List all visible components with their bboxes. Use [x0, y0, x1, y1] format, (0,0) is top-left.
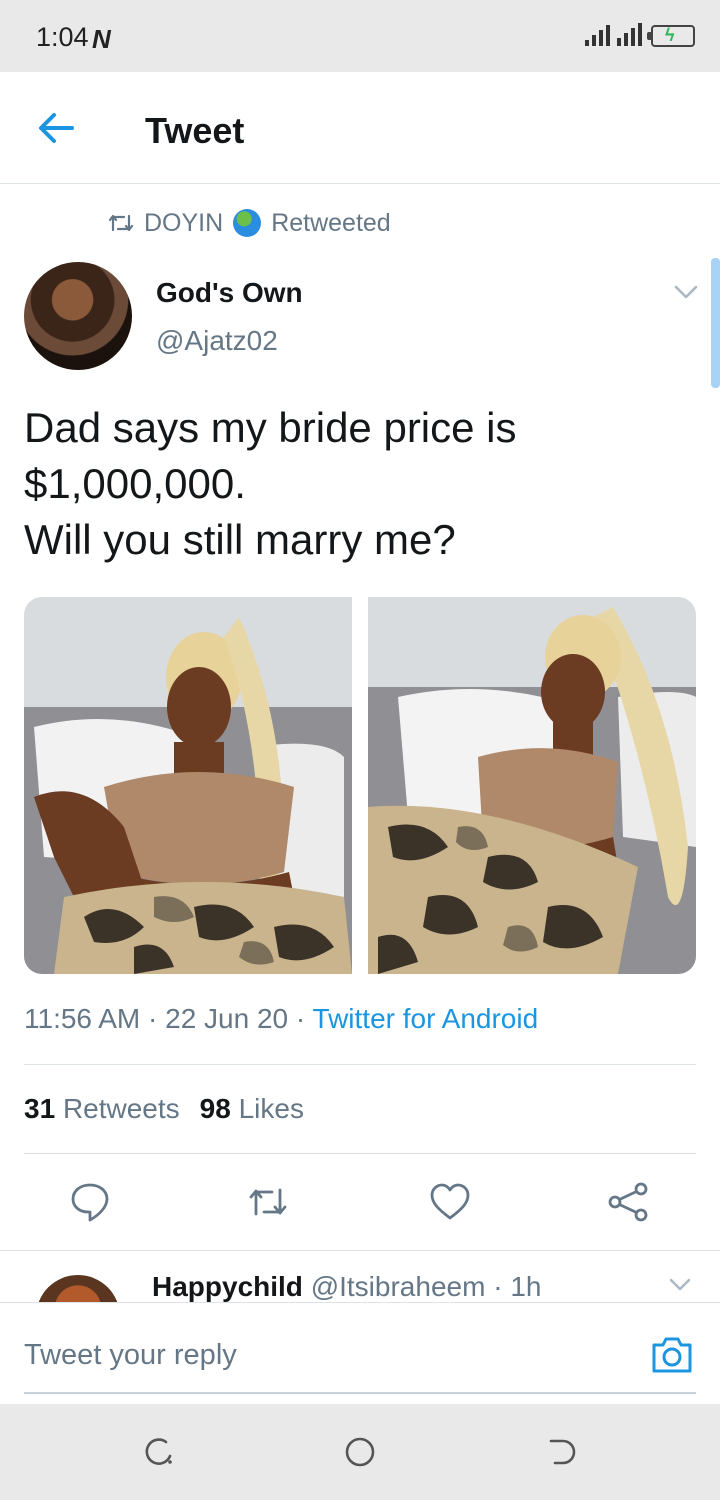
tweet-photo-2[interactable]	[368, 597, 696, 974]
signal-icon	[585, 22, 610, 46]
page-title: Tweet	[145, 110, 245, 151]
scrollbar[interactable]	[711, 258, 720, 388]
reply-tweet-preview[interactable]: Happychild @Itsibraheem · 1h	[0, 1250, 720, 1302]
status-time: 1:04	[36, 22, 89, 52]
top-app-bar: Tweet	[0, 72, 720, 184]
tweet-photo-1[interactable]	[24, 597, 352, 974]
reply-input[interactable]	[24, 1333, 624, 1377]
battery-icon: ϟ	[647, 25, 695, 47]
n-icon: N	[92, 24, 111, 54]
retweets-count: 31	[24, 1093, 56, 1124]
tweet-meta: 11:56 AM · 22 Jun 20 · Twitter for Andro…	[24, 1003, 538, 1035]
tweet-source-link[interactable]: Twitter for Android	[313, 1003, 539, 1034]
retweeted-label: Retweeted	[271, 208, 391, 237]
reply-author-name: Happychild	[152, 1271, 303, 1302]
share-icon[interactable]	[606, 1180, 650, 1224]
status-bar: 1:04 N ϟ	[0, 0, 720, 72]
chevron-down-icon[interactable]	[668, 1275, 692, 1295]
meta-separator: ·	[295, 1003, 313, 1034]
reply-author[interactable]: Happychild @Itsibraheem · 1h	[152, 1271, 541, 1302]
back-icon[interactable]	[545, 1434, 581, 1470]
author-avatar[interactable]	[24, 262, 132, 370]
likes-stat[interactable]: 98 Likes	[200, 1093, 304, 1124]
recents-icon[interactable]	[142, 1434, 178, 1470]
reply-icon[interactable]	[68, 1180, 112, 1224]
tweet-text-line: Dad says my bride price is	[24, 404, 517, 451]
retweet-icon	[108, 214, 134, 232]
tweet-text-line: Will you still marry me?	[24, 516, 456, 563]
reply-composer	[0, 1302, 720, 1404]
meta-separator: ·	[148, 1003, 166, 1034]
tweet-stats: 31 Retweets 98 Likes	[24, 1093, 304, 1125]
likes-label: Likes	[238, 1093, 304, 1124]
likes-count: 98	[199, 1093, 231, 1124]
camera-icon[interactable]	[650, 1335, 694, 1375]
retweet-icon[interactable]	[246, 1180, 290, 1224]
meta-separator: ·	[485, 1271, 511, 1302]
tweet-date: 22 Jun 20	[165, 1003, 289, 1034]
author-name[interactable]: God's Own	[156, 277, 303, 309]
like-icon[interactable]	[428, 1180, 472, 1224]
tweet-text-line: $1,000,000.	[24, 460, 246, 507]
input-underline	[24, 1392, 696, 1394]
system-nav-bar	[0, 1404, 720, 1500]
divider	[24, 1064, 696, 1065]
reply-avatar[interactable]	[36, 1275, 120, 1302]
divider	[24, 1153, 696, 1154]
reply-author-handle: @Itsibraheem	[310, 1271, 486, 1302]
signal-icon-2	[617, 22, 642, 46]
tweet-time: 11:56 AM	[24, 1003, 141, 1034]
retweeter-name: DOYIN	[144, 208, 224, 237]
author-handle[interactable]: @Ajatz02	[156, 325, 278, 357]
reply-age: 1h	[510, 1271, 542, 1302]
retweets-stat[interactable]: 31 Retweets	[24, 1093, 180, 1124]
home-icon[interactable]	[342, 1434, 378, 1470]
retweeted-by[interactable]: DOYIN Retweeted	[108, 206, 391, 240]
tweet-text: Dad says my bride price is $1,000,000. W…	[24, 400, 694, 568]
back-arrow-icon[interactable]	[36, 108, 76, 148]
chevron-down-icon[interactable]	[672, 280, 700, 304]
retweets-label: Retweets	[62, 1093, 180, 1124]
globe-icon	[233, 209, 262, 237]
